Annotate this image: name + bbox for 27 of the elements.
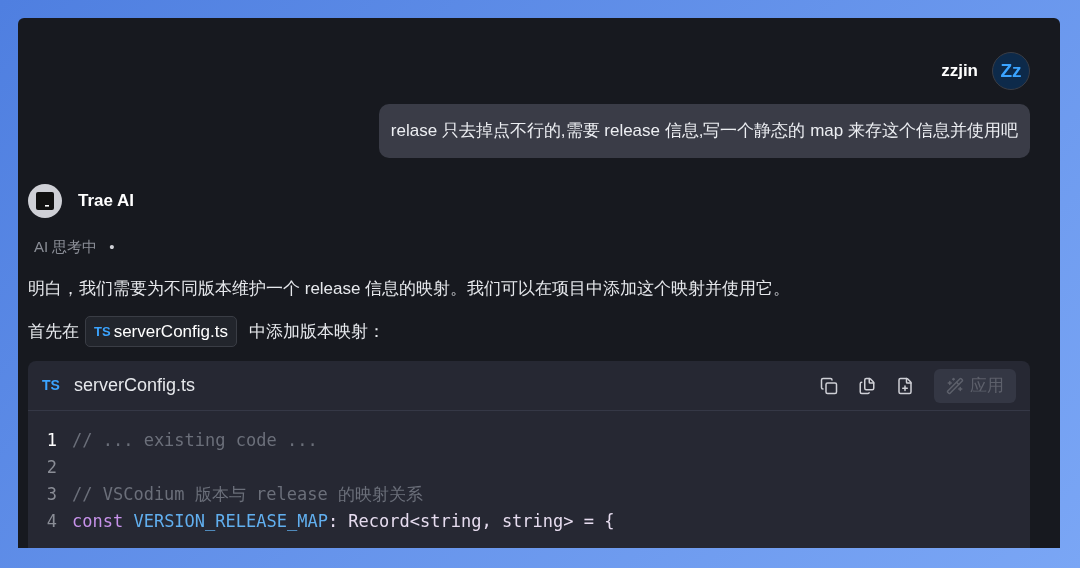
terminal-icon [36, 191, 54, 210]
line-number: 2 [45, 455, 58, 479]
code-filename: serverConfig.ts [73, 374, 195, 397]
assistant-paragraph: 明白，我们需要为不同版本维护一个 release 信息的映射。我们可以在项目中添加这个映射并使用它。 [28, 278, 792, 300]
thinking-dot: • [109, 236, 115, 257]
code-line: const VERSION_RELEASE_MAP: Record<string, string> = { [72, 509, 615, 533]
user-avatar: Zz [992, 52, 1030, 90]
line-number: 1 [45, 428, 58, 452]
magic-wand-icon [946, 376, 964, 395]
copy-icon [820, 376, 838, 395]
line-number: 4 [45, 509, 58, 533]
user-message: relase 只去掉点不行的,需要 release 信息,写一个静态的 map 来存这个信息并使用吧 [378, 104, 1030, 158]
insert-icon [858, 376, 876, 395]
copy-button[interactable] [820, 376, 838, 395]
assistant-name: Trae AI [78, 189, 135, 212]
file-plus-icon [896, 376, 914, 395]
user-name: zzjin [941, 60, 978, 83]
line-number: 3 [45, 482, 58, 506]
intro-text: 首先在 [28, 320, 79, 343]
insert-button[interactable] [858, 376, 876, 395]
thinking-status: AI 思考中 [34, 236, 98, 257]
code-line: // VSCodium 版本与 release 的映射关系 [72, 482, 423, 506]
code-line: // ... existing code ... [72, 428, 318, 452]
file-chip[interactable]: TS serverConfig.ts [85, 315, 237, 347]
typescript-icon: TS [42, 375, 60, 396]
new-file-button[interactable] [896, 376, 914, 395]
intro-text: 中添加版本映射： [248, 320, 385, 343]
